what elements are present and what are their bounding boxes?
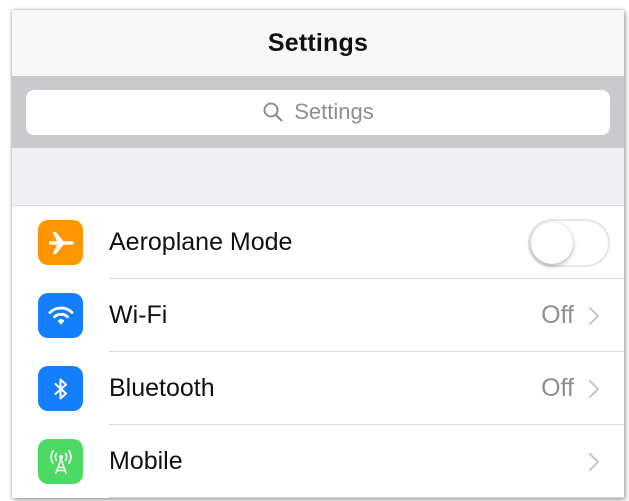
search-icon — [263, 102, 283, 122]
antenna-icon — [38, 439, 83, 484]
row-label: Wi-Fi — [109, 301, 168, 329]
navigation-bar: Settings — [12, 10, 624, 76]
toggle-knob — [531, 221, 573, 264]
row-accessory — [574, 452, 600, 472]
row-value: Off — [541, 301, 574, 329]
search-bar: Settings — [12, 76, 624, 148]
settings-row-bluetooth[interactable]: Bluetooth Off — [12, 352, 624, 425]
row-accessory: Off — [541, 301, 600, 330]
settings-row-aeroplane-mode[interactable]: Aeroplane Mode — [12, 206, 624, 279]
wifi-icon — [38, 293, 83, 338]
search-input[interactable]: Settings — [26, 89, 610, 135]
row-label: Bluetooth — [109, 374, 215, 402]
chevron-right-icon — [588, 379, 600, 398]
settings-row-wifi[interactable]: Wi-Fi Off — [12, 279, 624, 352]
settings-row-mobile[interactable]: Mobile — [12, 425, 624, 498]
section-spacer — [12, 148, 624, 206]
settings-screen: Settings Settings Aeroplane Mode Wi-Fi O… — [12, 10, 624, 498]
row-label: Aeroplane Mode — [109, 228, 293, 256]
bluetooth-icon — [38, 366, 83, 411]
chevron-right-icon — [588, 452, 600, 471]
row-label: Mobile — [109, 447, 183, 475]
airplane-icon — [38, 220, 83, 265]
chevron-right-icon — [588, 306, 600, 325]
search-placeholder: Settings — [294, 99, 374, 124]
row-value: Off — [541, 374, 574, 402]
page-title: Settings — [267, 28, 369, 57]
aeroplane-mode-toggle[interactable] — [528, 218, 610, 267]
row-accessory: Off — [541, 374, 600, 403]
